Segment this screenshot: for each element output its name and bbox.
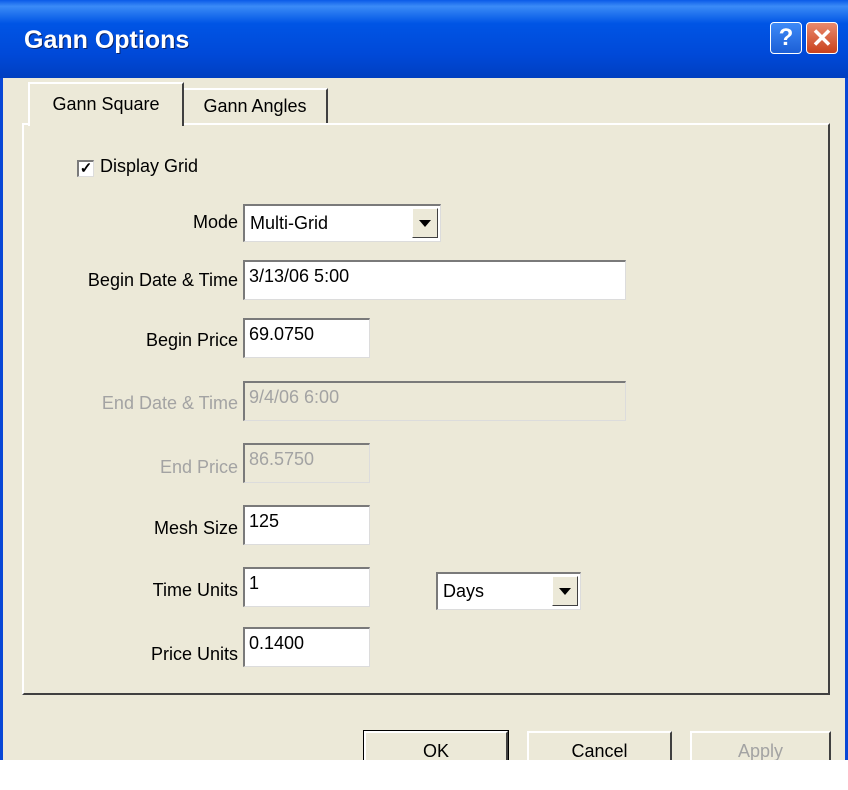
- end-price-label: End Price: [159, 457, 238, 477]
- display-grid-label: Display Grid: [100, 156, 199, 176]
- begin-date-field[interactable]: 3/13/06 5:00: [243, 260, 626, 300]
- time-units-label: Time Units: [152, 580, 238, 600]
- time-units-dropdown-button[interactable]: [552, 576, 578, 606]
- close-button[interactable]: ✕: [806, 22, 838, 54]
- tab-gann-angles[interactable]: Gann Angles: [184, 88, 328, 124]
- check-mark-icon: ✓: [79, 160, 93, 177]
- mesh-size-label: Mesh Size: [153, 518, 238, 538]
- cancel-button-label: Cancel: [571, 740, 628, 761]
- close-icon: ✕: [811, 22, 833, 53]
- mode-label: Mode: [192, 212, 238, 232]
- help-icon: ?: [778, 24, 794, 51]
- time-units-select[interactable]: Days: [436, 572, 581, 610]
- mode-select-value: Multi-Grid: [250, 213, 329, 233]
- begin-price-label: Begin Price: [145, 330, 238, 350]
- end-date-field: 9/4/06 6:00: [243, 381, 626, 421]
- tab-gann-square[interactable]: Gann Square: [28, 82, 184, 126]
- price-units-field[interactable]: 0.1400: [243, 627, 370, 667]
- end-price-field: 86.5750: [243, 443, 370, 483]
- mode-select[interactable]: Multi-Grid: [243, 204, 441, 242]
- tab-label: Gann Angles: [203, 96, 307, 116]
- gann-options-dialog: Gann Options ? ✕ Gann Square Gann Angles…: [0, 0, 848, 772]
- time-units-field[interactable]: 1: [243, 567, 370, 607]
- end-date-label: End Date & Time: [101, 393, 238, 413]
- mode-dropdown-button[interactable]: [412, 208, 438, 238]
- price-units-label: Price Units: [150, 644, 238, 664]
- help-button[interactable]: ?: [770, 22, 802, 54]
- background-strip: [0, 760, 848, 790]
- display-grid-checkbox[interactable]: ✓: [77, 160, 94, 177]
- apply-button-label: Apply: [737, 740, 784, 761]
- begin-date-label: Begin Date & Time: [87, 270, 238, 290]
- window-title: Gann Options: [24, 26, 190, 54]
- ok-button-label: OK: [422, 740, 449, 761]
- chevron-down-icon: [419, 219, 431, 227]
- mesh-size-field[interactable]: 125: [243, 505, 370, 545]
- tab-label: Gann Square: [52, 94, 160, 114]
- chevron-down-icon: [559, 587, 571, 595]
- begin-price-field[interactable]: 69.0750: [243, 318, 370, 358]
- title-bar[interactable]: Gann Options ? ✕: [0, 0, 848, 78]
- window-border-left: [0, 78, 3, 760]
- time-units-select-value: Days: [443, 581, 485, 601]
